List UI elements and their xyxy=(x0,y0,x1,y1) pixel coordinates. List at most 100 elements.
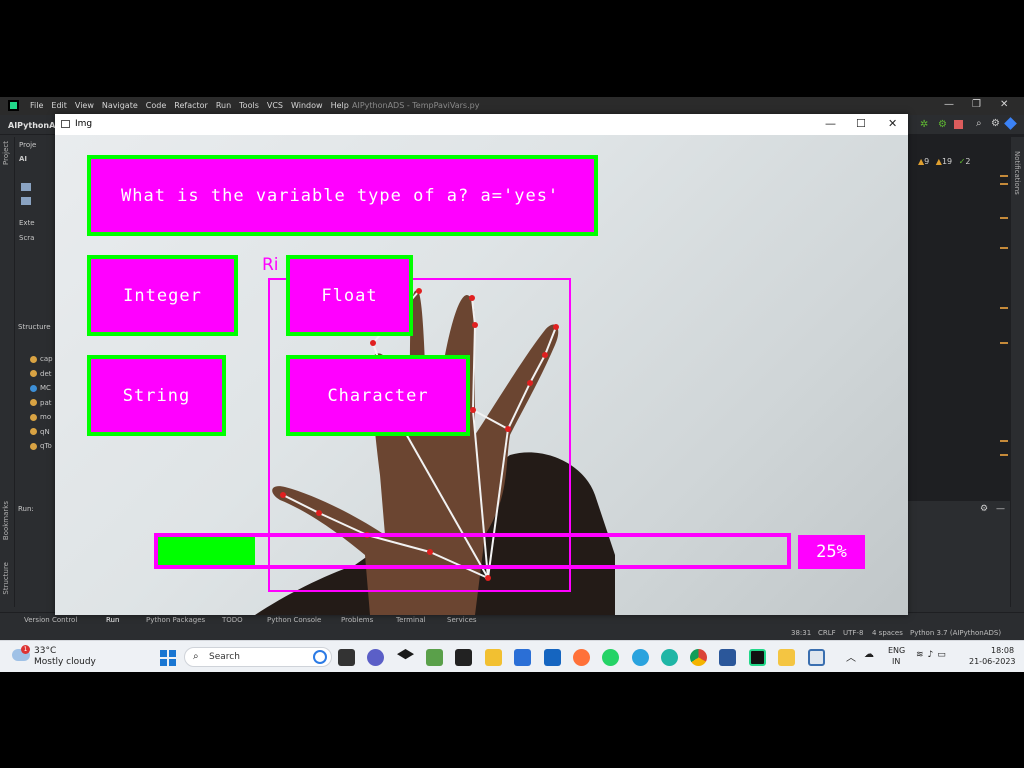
coverage-icon[interactable]: ⚙ xyxy=(938,119,947,130)
bing-icon[interactable] xyxy=(313,650,327,664)
clock-time[interactable]: 18:08 xyxy=(991,646,1014,655)
menu-run[interactable]: Run xyxy=(216,101,231,110)
structure-item[interactable]: qTo xyxy=(30,442,53,457)
structure-item-label: mo xyxy=(40,413,52,421)
ide-settings-icon[interactable]: ⚙ xyxy=(991,118,1000,129)
store-icon[interactable] xyxy=(514,649,531,666)
files-icon[interactable] xyxy=(778,649,795,666)
option-string-button[interactable]: String xyxy=(87,355,226,436)
word-icon[interactable] xyxy=(719,649,736,666)
menu-navigate[interactable]: Navigate xyxy=(102,101,138,110)
chrome-icon[interactable] xyxy=(690,649,707,666)
ide-titlebar: File Edit View Navigate Code Refactor Ru… xyxy=(0,97,1024,115)
menu-code[interactable]: Code xyxy=(146,101,166,110)
ide-close-icon[interactable]: ✕ xyxy=(1000,99,1008,110)
option-character-button[interactable]: Character xyxy=(286,355,470,436)
file-encoding[interactable]: UTF-8 xyxy=(843,629,863,637)
input-language[interactable]: ENG xyxy=(888,646,905,655)
jetbrains-icon[interactable] xyxy=(1004,117,1017,130)
windows-logo-icon xyxy=(160,659,167,666)
services-tab[interactable]: Services xyxy=(447,616,477,624)
structure-item[interactable]: pat xyxy=(30,399,53,414)
structure-item[interactable]: qN xyxy=(30,428,53,443)
stop-icon[interactable] xyxy=(954,120,963,129)
hand-landmark xyxy=(485,575,491,581)
maximize-icon[interactable]: ☐ xyxy=(856,117,866,130)
structure-item[interactable]: det xyxy=(30,370,53,385)
menu-refactor[interactable]: Refactor xyxy=(174,101,208,110)
structure-item[interactable]: MC xyxy=(30,384,53,399)
file-icon xyxy=(21,197,31,205)
problems-tab[interactable]: Problems xyxy=(341,616,373,624)
ide-left-tool-strip: Project Bookmarks Structure xyxy=(0,137,15,607)
minimize-icon[interactable]: — xyxy=(825,117,836,130)
structure-item[interactable]: cap xyxy=(30,355,53,370)
menu-tools[interactable]: Tools xyxy=(239,101,259,110)
indent-setting[interactable]: 4 spaces xyxy=(872,629,903,637)
run-settings-icon[interactable]: ⚙ xyxy=(980,504,988,514)
debug-icon[interactable]: ✲ xyxy=(920,119,928,130)
version-control-tab[interactable]: Version Control xyxy=(24,616,77,624)
run-hide-icon[interactable]: — xyxy=(996,504,1005,514)
img-app-icon[interactable] xyxy=(808,649,825,666)
menu-vcs[interactable]: VCS xyxy=(267,101,283,110)
edge-icon[interactable] xyxy=(661,649,678,666)
mail-icon[interactable] xyxy=(544,649,561,666)
bookmarks-tab[interactable]: Bookmarks xyxy=(2,501,10,540)
menu-file[interactable]: File xyxy=(30,101,43,110)
inspection-widget[interactable]: ▲9 ▲19 ✓2 xyxy=(918,157,970,166)
tree-item[interactable]: AI xyxy=(19,155,27,163)
ide-maximize-icon[interactable]: ❐ xyxy=(972,99,981,110)
tree-item[interactable]: Exte xyxy=(19,219,35,227)
notifications-tab[interactable]: Notifications xyxy=(1013,151,1021,195)
menu-window[interactable]: Window xyxy=(291,101,323,110)
webcam-canvas[interactable]: What is the variable type of a? a='yes' … xyxy=(55,135,908,615)
photos-icon[interactable] xyxy=(426,649,443,666)
option-float-button[interactable]: Float xyxy=(286,255,413,336)
variable-icon xyxy=(30,355,37,363)
task-view-icon[interactable] xyxy=(338,649,355,666)
firefox-icon[interactable] xyxy=(573,649,590,666)
img-window-titlebar[interactable]: Img — ☐ ✕ xyxy=(55,114,908,135)
weather-description[interactable]: Mostly cloudy xyxy=(34,657,96,667)
option-integer-button[interactable]: Integer xyxy=(87,255,238,336)
start-button[interactable] xyxy=(160,650,176,666)
menu-view[interactable]: View xyxy=(75,101,94,110)
python-interpreter[interactable]: Python 3.7 (AIPythonADS) xyxy=(910,629,1001,637)
tree-item[interactable]: Scra xyxy=(19,234,34,242)
python-packages-tab[interactable]: Python Packages xyxy=(146,616,205,624)
tray-overflow-icon[interactable]: ︿ xyxy=(846,649,856,664)
whatsapp-icon[interactable] xyxy=(602,649,619,666)
tree-item[interactable]: Proje xyxy=(19,141,36,149)
telegram-icon[interactable] xyxy=(632,649,649,666)
pycharm-icon[interactable] xyxy=(749,649,766,666)
windows-taskbar: 1 33°C Mostly cloudy ⌕ Search ︿ ☁ ENG IN… xyxy=(0,640,1024,672)
line-separator[interactable]: CRLF xyxy=(818,629,836,637)
terminal-tab[interactable]: Terminal xyxy=(396,616,426,624)
onedrive-icon[interactable]: ☁ xyxy=(864,649,874,660)
structure-item[interactable]: mo xyxy=(30,413,53,428)
scroll-marker xyxy=(1000,217,1008,219)
scroll-marker xyxy=(1000,342,1008,344)
clock-date[interactable]: 21-06-2023 xyxy=(969,657,1016,666)
chat-icon[interactable] xyxy=(367,649,384,666)
run-tab[interactable]: Run xyxy=(106,616,119,624)
taskbar-search[interactable]: ⌕ Search xyxy=(184,647,332,667)
input-region[interactable]: IN xyxy=(892,657,900,666)
python-console-tab[interactable]: Python Console xyxy=(267,616,321,624)
menu-edit[interactable]: Edit xyxy=(51,101,67,110)
dropbox-icon[interactable] xyxy=(397,649,414,660)
amazon-icon[interactable] xyxy=(455,649,472,666)
ide-minimize-icon[interactable]: — xyxy=(944,99,954,110)
tray-status-icons[interactable]: ≋♪▭ xyxy=(916,650,950,660)
caret-position[interactable]: 38:31 xyxy=(791,629,811,637)
option-label: String xyxy=(122,385,191,406)
file-explorer-icon[interactable] xyxy=(485,649,502,666)
structure-tab[interactable]: Structure xyxy=(2,562,10,595)
close-icon[interactable]: ✕ xyxy=(888,117,897,130)
weather-temperature[interactable]: 33°C xyxy=(34,646,56,656)
menu-help[interactable]: Help xyxy=(331,101,349,110)
todo-tab[interactable]: TODO xyxy=(222,616,243,624)
project-tab[interactable]: Project xyxy=(2,141,10,165)
ide-search-icon[interactable]: ⌕ xyxy=(976,118,982,129)
